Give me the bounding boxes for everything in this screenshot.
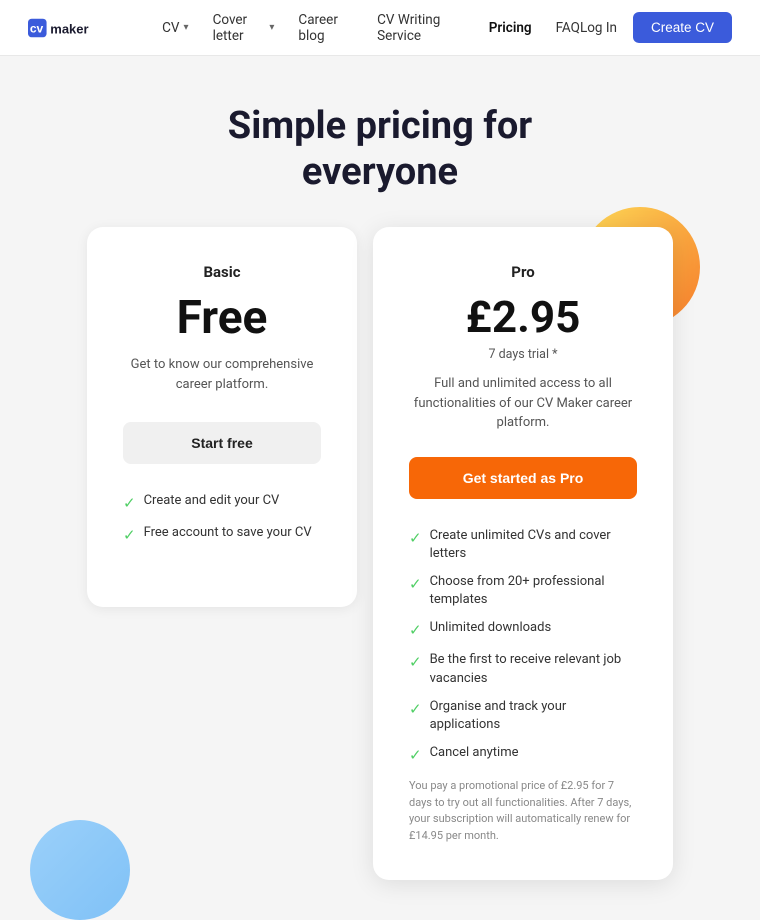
list-item: ✓ Unlimited downloads xyxy=(409,619,637,641)
logo[interactable]: cv maker xyxy=(28,15,130,41)
svg-text:cv: cv xyxy=(30,21,44,35)
list-item: ✓ Free account to save your CV xyxy=(123,524,321,546)
svg-text:maker: maker xyxy=(50,21,88,36)
basic-plan-label: Basic xyxy=(123,263,321,281)
login-link[interactable]: Log In xyxy=(580,20,617,36)
pricing-area: Basic Free Get to know our comprehensive… xyxy=(0,227,760,920)
list-item: ✓ Be the first to receive relevant job v… xyxy=(409,651,637,687)
nav-cv-writing[interactable]: CV Writing Service xyxy=(377,12,465,44)
cv-chevron-icon: ▾ xyxy=(184,22,189,33)
basic-price: Free xyxy=(123,291,321,345)
list-item: ✓ Organise and track your applications xyxy=(409,698,637,734)
check-icon: ✓ xyxy=(409,574,422,595)
pro-plan-card: Pro £2.95 7 days trial * Full and unlimi… xyxy=(373,227,673,880)
list-item: ✓ Create unlimited CVs and cover letters xyxy=(409,527,637,563)
pro-features: ✓ Create unlimited CVs and cover letters… xyxy=(409,527,637,767)
pro-price: £2.95 xyxy=(409,291,637,343)
pro-plan-label: Pro xyxy=(409,263,637,281)
pro-description: Full and unlimited access to all functio… xyxy=(409,374,637,433)
navigation: cv maker CV ▾ Cover letter ▾ Career blog… xyxy=(0,0,760,56)
start-free-button[interactable]: Start free xyxy=(123,422,321,464)
pro-footer-note: You pay a promotional price of £2.95 for… xyxy=(409,778,637,844)
check-icon: ✓ xyxy=(123,493,136,514)
basic-description: Get to know our comprehensive career pla… xyxy=(123,355,321,394)
nav-links: CV ▾ Cover letter ▾ Career blog CV Writi… xyxy=(162,12,580,44)
hero-title: Simple pricing for everyone xyxy=(20,104,740,195)
basic-features: ✓ Create and edit your CV ✓ Free account… xyxy=(123,492,321,546)
check-icon: ✓ xyxy=(409,528,422,549)
list-item: ✓ Cancel anytime xyxy=(409,744,637,766)
check-icon: ✓ xyxy=(409,652,422,673)
nav-right: Log In Create CV xyxy=(580,12,732,43)
check-icon: ✓ xyxy=(409,699,422,720)
trial-label: 7 days trial * xyxy=(409,347,637,362)
check-icon: ✓ xyxy=(123,525,136,546)
list-item: ✓ Choose from 20+ professional templates xyxy=(409,573,637,609)
check-icon: ✓ xyxy=(409,620,422,641)
nav-cover-letter[interactable]: Cover letter ▾ xyxy=(213,12,275,44)
create-cv-button[interactable]: Create CV xyxy=(633,12,732,43)
list-item: ✓ Create and edit your CV xyxy=(123,492,321,514)
nav-career-blog[interactable]: Career blog xyxy=(298,12,353,44)
basic-plan-card: Basic Free Get to know our comprehensive… xyxy=(87,227,357,607)
get-started-pro-button[interactable]: Get started as Pro xyxy=(409,457,637,499)
cover-letter-chevron-icon: ▾ xyxy=(269,22,274,33)
nav-pricing[interactable]: Pricing xyxy=(489,20,532,36)
hero-section: Simple pricing for everyone xyxy=(0,56,760,227)
nav-cv[interactable]: CV ▾ xyxy=(162,20,188,36)
check-icon: ✓ xyxy=(409,745,422,766)
nav-faq[interactable]: FAQ xyxy=(556,20,580,36)
deco-circle-blue xyxy=(30,820,130,920)
